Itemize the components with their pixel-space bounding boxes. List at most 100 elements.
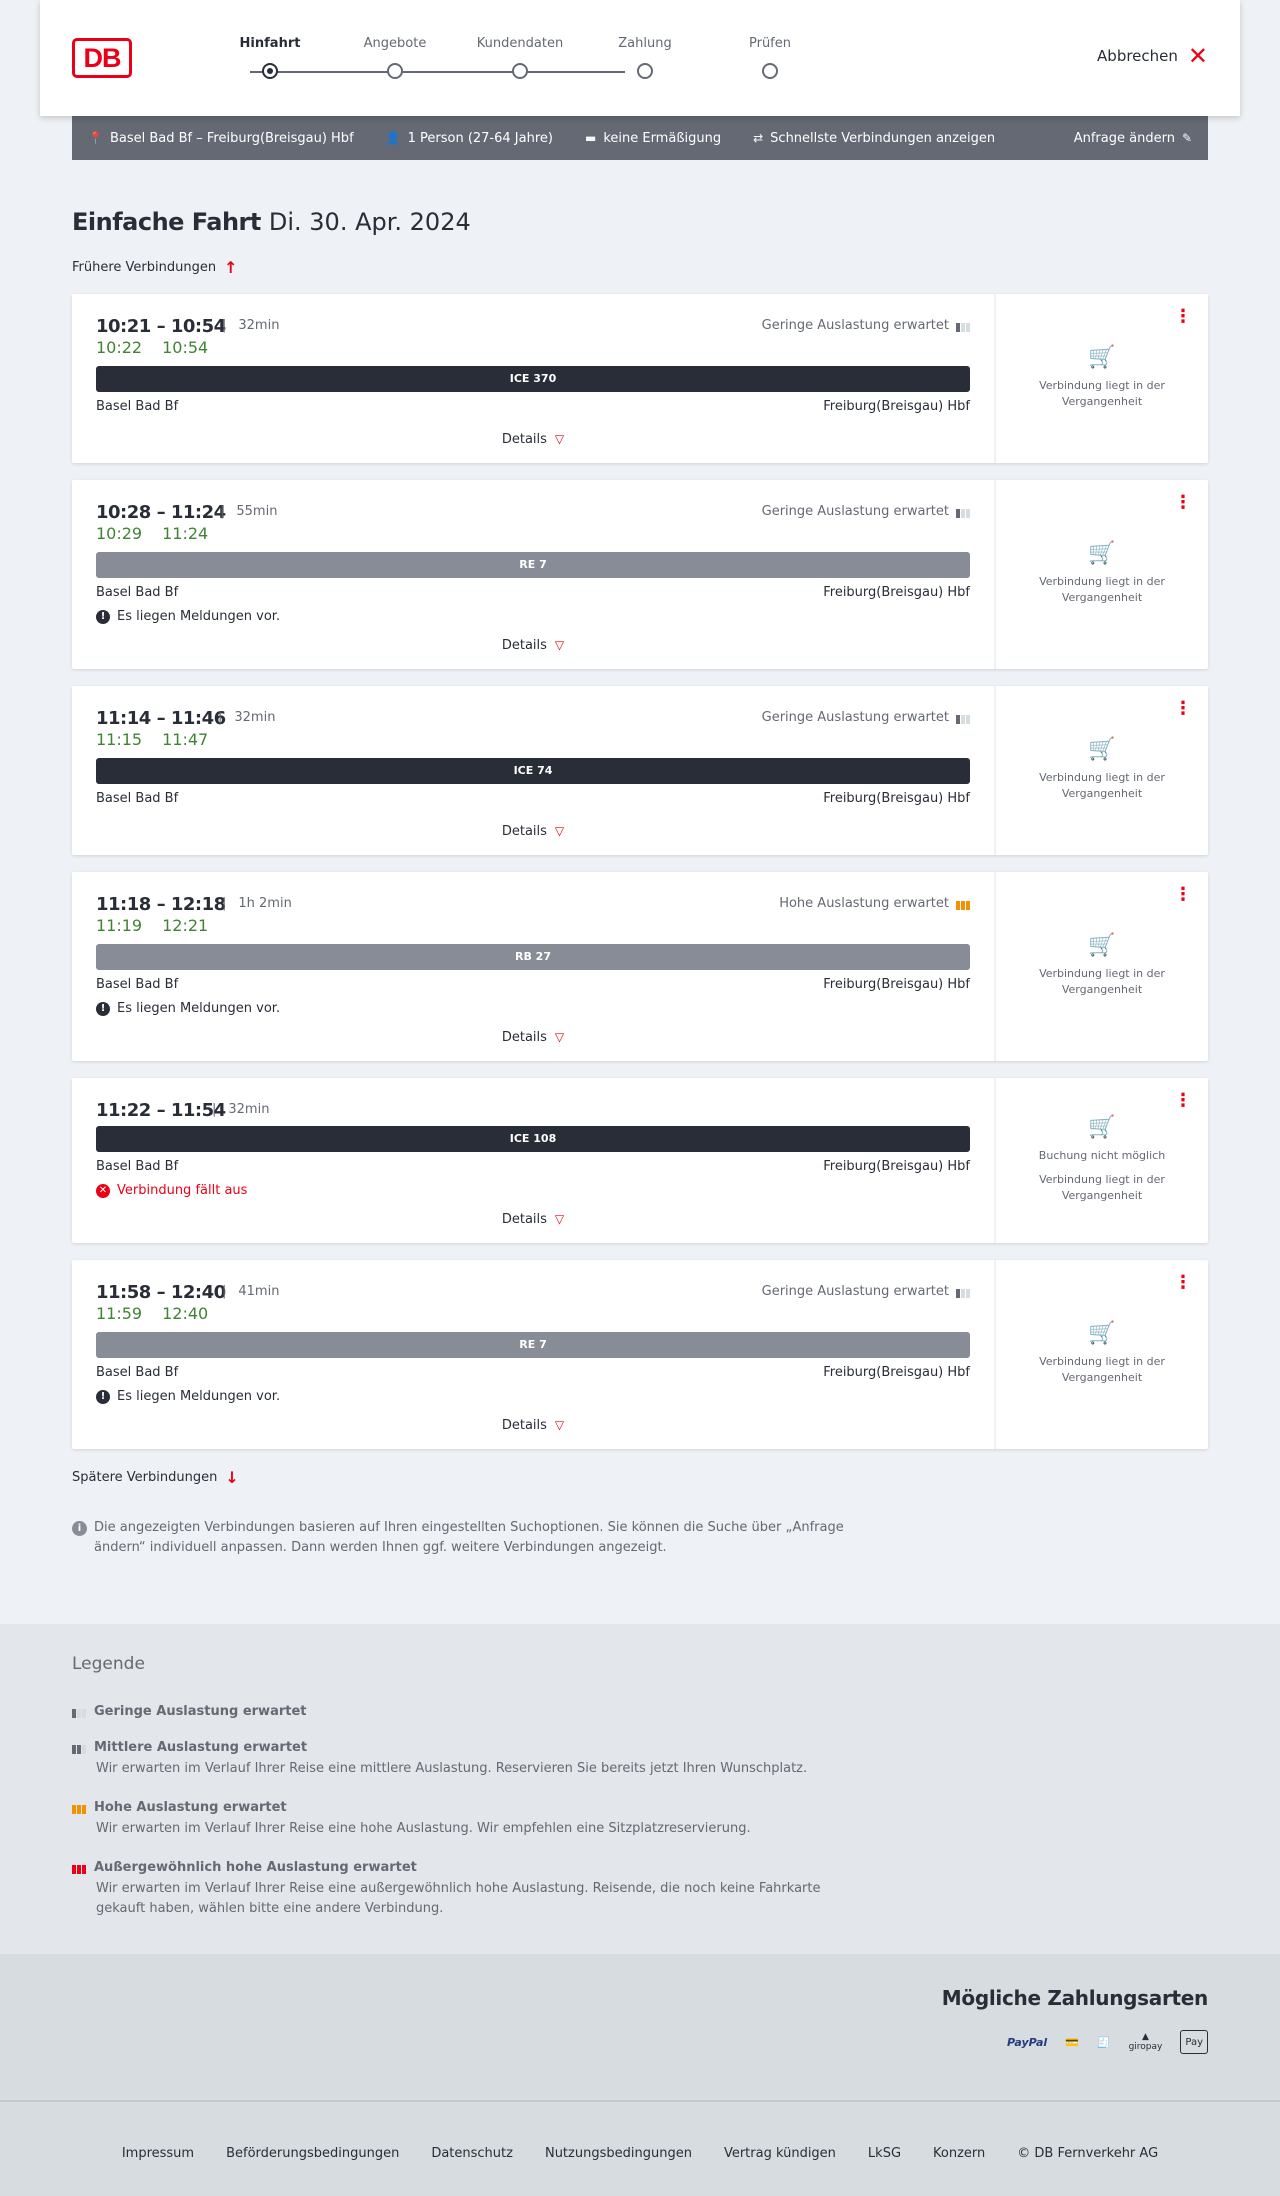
connection-main: 10:21 – 10:54 32min 10:22 10:54 Geringe A… xyxy=(72,294,994,463)
cart-blocked-icon: 🛒 xyxy=(1088,345,1116,370)
connection-card[interactable]: 11:58 – 12:40 41min 11:59 12:40 Geringe A… xyxy=(72,1260,1208,1449)
connection-card[interactable]: 10:21 – 10:54 32min 10:22 10:54 Geringe A… xyxy=(72,294,1208,463)
query-discount: ▬ keine Ermäßigung xyxy=(585,131,721,146)
payment-methods-section: Mögliche Zahlungsarten PayPal 💳 🧾 ▲ girop… xyxy=(0,1954,1280,2100)
legend-section: Legende Geringe Auslastung erwartet Mitt… xyxy=(0,1624,1280,1954)
more-options-icon[interactable]: ⋮ xyxy=(1174,700,1192,718)
change-request-button[interactable]: Anfrage ändern ✎ xyxy=(1074,131,1192,146)
arrival-station: Freiburg(Breisgau) Hbf xyxy=(823,977,970,992)
footer-link-impressum[interactable]: Impressum xyxy=(122,2146,194,2161)
connection-times: 10:21 – 10:54 xyxy=(96,316,226,337)
notice-message: ! Es liegen Meldungen vor. xyxy=(96,1001,280,1016)
realtime-arrival: 11:47 xyxy=(162,730,209,749)
notice-text: Es liegen Meldungen vor. xyxy=(117,609,281,624)
details-toggle[interactable]: Details ▽ xyxy=(72,432,994,447)
info-icon: i xyxy=(72,1521,87,1536)
legend-item-title: Hohe Auslastung erwartet xyxy=(94,1800,287,1815)
train-bar: RB 27 xyxy=(96,944,970,970)
cart-blocked-icon: 🛒 xyxy=(1088,1321,1116,1346)
connection-card[interactable]: 10:28 – 11:24 55min 10:29 11:24 Geringe A… xyxy=(72,480,1208,669)
details-label: Details xyxy=(501,824,547,839)
giropay-label: giropay xyxy=(1128,2042,1163,2052)
later-connections-link[interactable]: Spätere Verbindungen ↓ xyxy=(72,1468,239,1487)
footer-link-lksg[interactable]: LkSG xyxy=(868,2146,901,2161)
apple-pay-icon: Pay xyxy=(1180,2030,1208,2054)
realtime-departure: 11:15 xyxy=(96,730,143,749)
footer-link-vertrag-kuendigen[interactable]: Vertrag kündigen xyxy=(724,2146,836,2161)
details-toggle[interactable]: Details ▽ xyxy=(72,638,994,653)
info-text: Die angezeigten Verbindungen basieren au… xyxy=(94,1520,844,1555)
arrival-station: Freiburg(Breisgau) Hbf xyxy=(823,1159,970,1174)
search-info-note: i Die angezeigten Verbindungen basieren a… xyxy=(72,1518,862,1558)
query-route-label: Basel Bad Bf – Freiburg(Breisgau) Hbf xyxy=(109,130,354,146)
query-route: 📍 Basel Bad Bf – Freiburg(Breisgau) Hbf xyxy=(88,131,354,146)
more-options-icon[interactable]: ⋮ xyxy=(1174,1092,1192,1110)
legend-item-low: Geringe Auslastung erwartet xyxy=(72,1704,852,1719)
connection-times: 11:18 – 12:18 xyxy=(96,894,226,915)
connection-main: 10:28 – 11:24 55min 10:29 11:24 Geringe A… xyxy=(72,480,994,669)
occupancy: Hohe Auslastung erwartet xyxy=(779,896,970,911)
more-options-icon[interactable]: ⋮ xyxy=(1174,886,1192,904)
step-label: Kundendaten xyxy=(476,36,564,51)
footer-link-konzern[interactable]: Konzern xyxy=(933,2146,985,2161)
realtime-departure: 11:59 xyxy=(96,1304,143,1323)
occupancy-medium-icon xyxy=(72,1742,86,1754)
alert-icon: ! xyxy=(96,609,110,624)
more-options-icon[interactable]: ⋮ xyxy=(1174,494,1192,512)
realtime: 10:22 10:54 xyxy=(96,338,208,357)
legend-title: Legende xyxy=(72,1654,145,1674)
occupancy-label: Geringe Auslastung erwartet xyxy=(761,710,949,725)
chevron-down-icon: ▽ xyxy=(554,1212,565,1226)
occupancy: Geringe Auslastung erwartet xyxy=(762,1284,970,1299)
footer-link-datenschutz[interactable]: Datenschutz xyxy=(431,2146,513,2161)
notice-message: ! Es liegen Meldungen vor. xyxy=(96,1389,280,1404)
train-bar: ICE 370 xyxy=(96,366,970,392)
legend-item-desc: Wir erwarten im Verlauf Ihrer Reise eine… xyxy=(96,1881,821,1916)
cart-blocked-icon: 🛒 xyxy=(1088,737,1116,762)
connection-times: 11:22 – 11:54 xyxy=(96,1100,226,1121)
cart-blocked-icon: 🛒 xyxy=(1088,541,1116,566)
realtime-departure: 11:19 xyxy=(96,916,143,935)
occupancy-high-icon xyxy=(72,1802,86,1814)
paypal-label: PayPal xyxy=(1007,2035,1048,2049)
occupancy-high-icon xyxy=(956,898,970,910)
occupancy-label: Geringe Auslastung erwartet xyxy=(761,318,949,333)
occupancy-low-icon xyxy=(956,712,970,724)
page-title: Einfache Fahrt Di. 30. Apr. 2024 xyxy=(72,208,471,236)
change-request-label: Anfrage ändern xyxy=(1073,130,1175,146)
footer-link-befoerderungsbedingungen[interactable]: Beförderungsbedingungen xyxy=(226,2146,399,2161)
booking-panel: ⋮ 🛒 Buchung nicht möglich Verbindung liegt… xyxy=(994,1078,1208,1243)
connection-card[interactable]: 11:18 – 12:18 1h 2min 11:19 12:21 Hohe Au… xyxy=(72,872,1208,1061)
connection-card[interactable]: 11:14 – 11:46 32min 11:15 11:47 Geringe A… xyxy=(72,686,1208,855)
more-options-icon[interactable]: ⋮ xyxy=(1174,308,1192,326)
query-bar: 📍 Basel Bad Bf – Freiburg(Breisgau) Hbf 👤… xyxy=(72,116,1208,160)
realtime: 10:29 11:24 xyxy=(96,524,208,543)
earlier-label: Frühere Verbindungen xyxy=(72,260,217,275)
chevron-down-icon: ▽ xyxy=(554,638,565,652)
step-dot xyxy=(762,63,778,79)
legend-item-title: Mittlere Auslastung erwartet xyxy=(94,1740,308,1755)
db-logo[interactable]: DB xyxy=(72,38,132,78)
details-toggle[interactable]: Details ▽ xyxy=(72,1030,994,1045)
earlier-connections-link[interactable]: Frühere Verbindungen ↑ xyxy=(72,258,238,277)
more-options-icon[interactable]: ⋮ xyxy=(1174,1274,1192,1292)
realtime-arrival: 10:54 xyxy=(162,338,209,357)
notice-text: Es liegen Meldungen vor. xyxy=(117,1001,281,1016)
step-angebote: Angebote xyxy=(335,35,455,79)
connection-card[interactable]: 11:22 – 11:54 32min ICE 108 Basel Bad Bf… xyxy=(72,1078,1208,1243)
details-toggle[interactable]: Details ▽ xyxy=(72,1212,994,1227)
footer-link-nutzungsbedingungen[interactable]: Nutzungsbedingungen xyxy=(545,2146,692,2161)
occupancy-low-icon xyxy=(956,1286,970,1298)
occupancy-low-icon xyxy=(956,506,970,518)
train-bar: ICE 74 xyxy=(96,758,970,784)
occupancy-label: Hohe Auslastung erwartet xyxy=(779,896,949,911)
legend-item-title: Geringe Auslastung erwartet xyxy=(94,1704,307,1719)
cancel-button[interactable]: Abbrechen ✕ xyxy=(1097,44,1208,68)
details-toggle[interactable]: Details ▽ xyxy=(72,1418,994,1433)
details-label: Details xyxy=(501,1418,547,1433)
swap-arrows-icon: ⇄ xyxy=(753,131,764,145)
past-connection-note: Verbindung liegt in der Vergangenheit xyxy=(1039,575,1165,604)
bahncard-icon: ▬ xyxy=(584,131,597,145)
occupancy-label: Geringe Auslastung erwartet xyxy=(761,1284,949,1299)
details-toggle[interactable]: Details ▽ xyxy=(72,824,994,839)
